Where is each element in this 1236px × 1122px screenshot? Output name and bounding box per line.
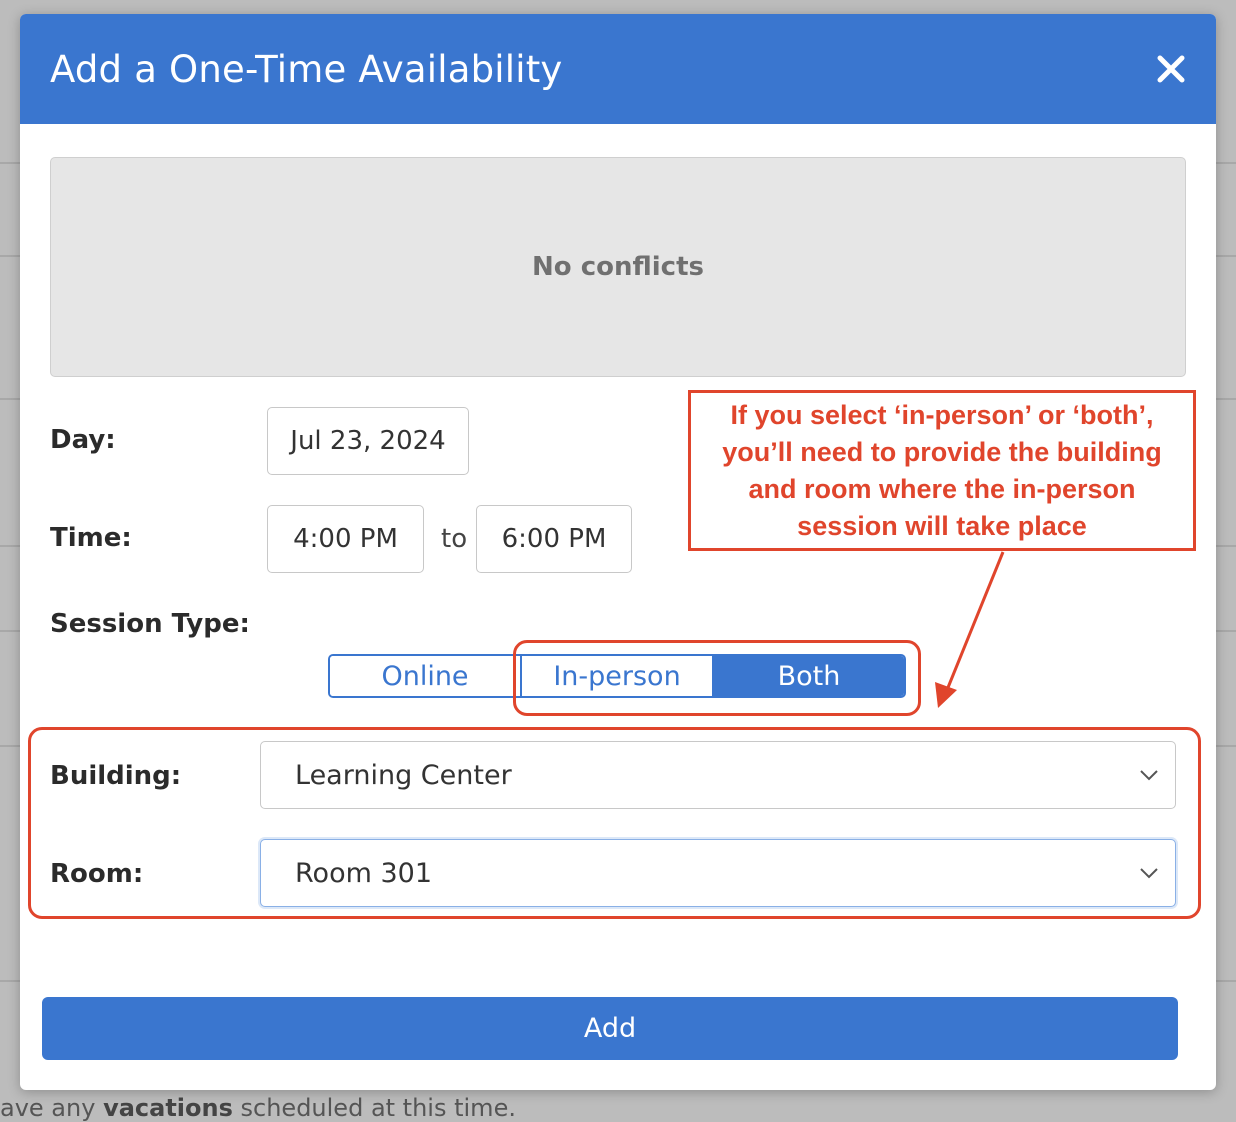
bg-footer-text: ave any vacations scheduled at this time…: [0, 1094, 516, 1122]
day-label: Day:: [50, 425, 116, 455]
day-value: Jul 23, 2024: [290, 426, 446, 456]
add-availability-modal: Add a One-Time Availability No conflicts…: [20, 14, 1216, 1090]
close-button[interactable]: [1156, 54, 1186, 84]
end-time-value: 6:00 PM: [501, 524, 607, 554]
modal-title: Add a One-Time Availability: [50, 48, 563, 91]
conflicts-panel: No conflicts: [50, 157, 1186, 377]
session-type-label: Session Type:: [50, 609, 250, 639]
day-input[interactable]: Jul 23, 2024: [267, 407, 469, 475]
session-type-online[interactable]: Online: [330, 656, 520, 696]
time-label: Time:: [50, 523, 132, 553]
start-time-input[interactable]: 4:00 PM: [267, 505, 424, 573]
annotation-highlight-session-type: [513, 640, 921, 716]
time-separator: to: [441, 524, 468, 554]
annotation-highlight-location: [28, 727, 1201, 919]
close-icon: [1157, 55, 1185, 83]
modal-header: Add a One-Time Availability: [20, 14, 1216, 124]
add-button[interactable]: Add: [42, 997, 1178, 1060]
end-time-input[interactable]: 6:00 PM: [476, 505, 632, 573]
annotation-callout: If you select ‘in-person’ or ‘both’, you…: [688, 390, 1196, 551]
start-time-value: 4:00 PM: [293, 524, 398, 554]
